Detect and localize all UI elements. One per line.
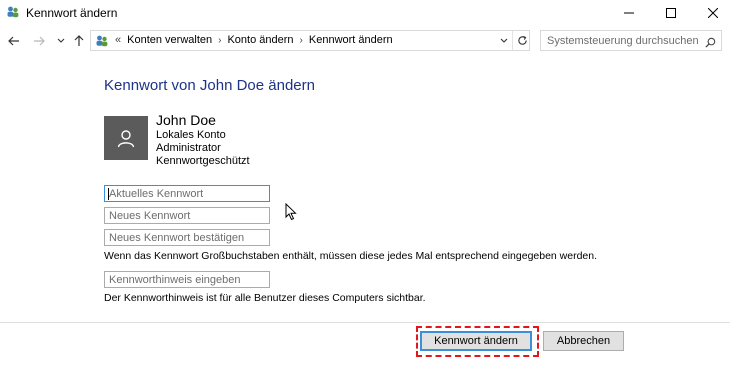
- forward-button[interactable]: [31, 33, 47, 49]
- page-title: Kennwort von John Doe ändern: [104, 77, 315, 94]
- breadcrumb-item-kennwort-aendern[interactable]: Kennwort ändern: [309, 34, 393, 46]
- new-password-placeholder: Neues Kennwort: [109, 210, 191, 222]
- cancel-button[interactable]: Abbrechen: [543, 331, 624, 351]
- minimize-icon: [624, 12, 634, 14]
- breadcrumb-overflow[interactable]: «: [115, 34, 121, 46]
- close-icon: [708, 8, 718, 18]
- footer-divider: [0, 322, 730, 323]
- confirm-password-placeholder: Neues Kennwort bestätigen: [109, 232, 245, 244]
- breadcrumb-item-konto-aendern[interactable]: Konto ändern: [227, 34, 293, 46]
- maximize-button[interactable]: [648, 0, 694, 26]
- avatar: [104, 116, 148, 160]
- password-hint-placeholder: Kennworthinweis eingeben: [109, 274, 241, 286]
- chevron-right-icon[interactable]: ›: [218, 35, 221, 46]
- maximize-icon: [666, 8, 676, 18]
- back-button[interactable]: [6, 33, 22, 49]
- new-password-input[interactable]: Neues Kennwort: [104, 207, 270, 224]
- minimize-button[interactable]: [606, 0, 652, 26]
- mouse-cursor-icon: [285, 202, 297, 226]
- search-placeholder: Systemsteuerung durchsuchen: [547, 35, 699, 47]
- window-title: Kennwort ändern: [26, 6, 118, 20]
- title-bar: Kennwort ändern: [0, 0, 730, 26]
- password-status: Kennwortgeschützt: [156, 155, 250, 167]
- breadcrumb-item-konten-verwalten[interactable]: Konten verwalten: [127, 34, 212, 46]
- breadcrumb: « Konten verwalten › Konto ändern › Kenn…: [115, 34, 393, 46]
- address-dropdown-button[interactable]: [496, 31, 512, 50]
- chevron-down-icon: [500, 38, 508, 43]
- address-bar[interactable]: « Konten verwalten › Konto ändern › Kenn…: [90, 30, 530, 51]
- control-panel-users-icon: [6, 5, 20, 19]
- arrow-right-icon: [34, 36, 45, 46]
- arrow-left-icon: [8, 36, 19, 46]
- search-box[interactable]: Systemsteuerung durchsuchen: [540, 30, 722, 51]
- account-type: Lokales Konto: [156, 129, 226, 141]
- text-caret: [108, 188, 109, 200]
- close-button[interactable]: [690, 0, 730, 26]
- up-button[interactable]: [71, 33, 87, 49]
- confirm-password-input[interactable]: Neues Kennwort bestätigen: [104, 229, 270, 246]
- arrow-up-icon: [74, 35, 84, 46]
- chevron-right-icon[interactable]: ›: [300, 35, 303, 46]
- change-password-button[interactable]: Kennwort ändern: [420, 331, 532, 351]
- user-name: John Doe: [156, 112, 216, 128]
- user-icon: [117, 130, 135, 148]
- control-panel-users-icon: [95, 34, 109, 48]
- hint-visibility-note: Der Kennworthinweis ist für alle Benutze…: [104, 292, 426, 304]
- account-role: Administrator: [156, 142, 221, 154]
- refresh-button[interactable]: [512, 31, 531, 50]
- refresh-icon: [517, 35, 527, 45]
- search-icon[interactable]: [705, 35, 716, 53]
- case-sensitivity-note: Wenn das Kennwort Großbuchstaben enthält…: [104, 250, 598, 262]
- current-password-placeholder: Aktuelles Kennwort: [109, 188, 204, 200]
- current-password-input[interactable]: Aktuelles Kennwort: [104, 185, 270, 202]
- chevron-down-icon: [57, 38, 65, 43]
- password-hint-input[interactable]: Kennworthinweis eingeben: [104, 271, 270, 288]
- recent-locations-button[interactable]: [53, 33, 69, 49]
